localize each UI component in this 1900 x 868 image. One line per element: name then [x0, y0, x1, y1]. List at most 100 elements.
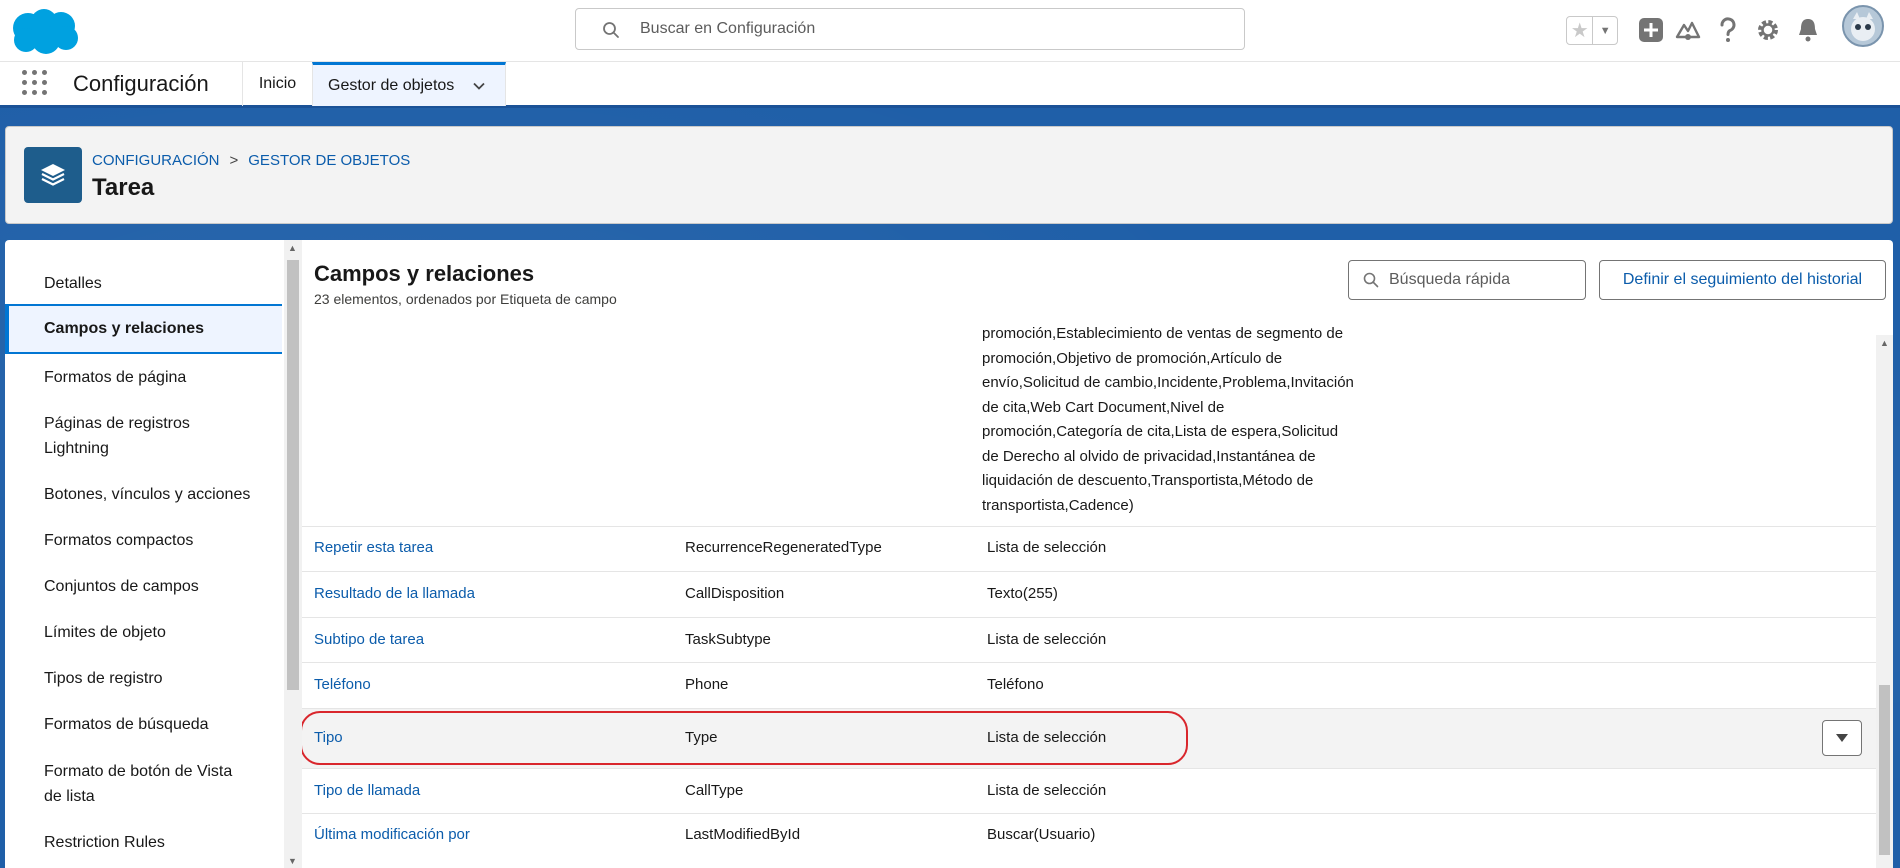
field-api-name: Type: [685, 729, 718, 746]
sidebar-item-limites-de-objeto[interactable]: Límites de objeto: [5, 620, 282, 645]
sidebar-item-label: Formatos de página: [44, 369, 187, 386]
scroll-up-icon[interactable]: ▲: [288, 243, 297, 253]
app-launcher-icon[interactable]: [22, 70, 50, 98]
fields-section: Campos y relaciones 23 elementos, ordena…: [302, 240, 1893, 868]
fields-table: promoción,Establecimiento de ventas de s…: [302, 310, 1876, 868]
avatar[interactable]: [1842, 5, 1884, 47]
scroll-up-icon[interactable]: ▲: [1880, 338, 1889, 348]
sidebar-item-restriction-rules[interactable]: Restriction Rules: [5, 830, 282, 855]
object-page-header: CONFIGURACIÓN > GESTOR DE OBJETOS Tarea: [5, 126, 1893, 224]
scrollbar-thumb[interactable]: [287, 260, 299, 690]
row-action-menu-button[interactable]: [1822, 720, 1862, 756]
sidebar-item-label: Formato de botón de Vista de lista: [44, 763, 233, 805]
layers-icon: [24, 147, 82, 203]
sidebar-item-label: Restriction Rules: [44, 834, 165, 851]
table-row: Repetir esta tarea RecurrenceRegenerated…: [302, 526, 1876, 571]
field-api-name: RecurrenceRegeneratedType: [685, 539, 882, 556]
wrapped-text-line: de Derecho al olvido de privacidad,Insta…: [982, 447, 1316, 465]
field-data-type: Lista de selección: [987, 631, 1107, 648]
sidebar-item-label: Botones, vínculos y acciones: [44, 486, 251, 503]
breadcrumb: CONFIGURACIÓN > GESTOR DE OBJETOS: [92, 152, 410, 169]
wrapped-text-line: promoción,Establecimiento de ventas de s…: [982, 325, 1344, 342]
field-data-type: Teléfono: [987, 676, 1044, 693]
set-history-tracking-button[interactable]: Definir el seguimiento del historial: [1599, 260, 1886, 300]
table-row: Subtipo de tarea TaskSubtype Lista de se…: [302, 617, 1876, 662]
sidebar-scrollbar[interactable]: ▲ ▼: [284, 240, 302, 868]
star-icon[interactable]: ★: [1567, 17, 1594, 44]
field-api-name: LastModifiedById: [685, 826, 801, 843]
field-api-name: TaskSubtype: [685, 631, 771, 648]
sidebar-item-conjuntos-de-campos[interactable]: Conjuntos de campos: [5, 574, 282, 599]
global-header: ★ ▼: [0, 0, 1900, 61]
tab-gestor-de-objetos[interactable]: Gestor de objetos: [312, 62, 506, 106]
sidebar-item-formato-boton-vista-lista[interactable]: Formato de botón de Vista de lista: [5, 759, 245, 809]
table-row: Tipo de llamada CallType Lista de selecc…: [302, 768, 1876, 813]
context-bar: Configuración Inicio Gestor de objetos: [0, 61, 1900, 108]
sidebar-item-botones[interactable]: Botones, vínculos y acciones: [5, 482, 282, 507]
search-icon: [603, 22, 619, 38]
field-label-link[interactable]: Tipo: [314, 729, 343, 746]
field-data-type: Lista de selección: [987, 729, 1107, 746]
field-label-link[interactable]: Subtipo de tarea: [314, 631, 424, 648]
gear-icon[interactable]: [1753, 15, 1783, 45]
favorites-control[interactable]: ★ ▼: [1566, 16, 1618, 45]
breadcrumb-link-configuracion[interactable]: CONFIGURACIÓN: [92, 152, 220, 169]
help-icon[interactable]: [1713, 15, 1743, 45]
wrapped-text-line: envío,Solicitud de cambio,Incidente,Prob…: [982, 374, 1354, 391]
field-label-link[interactable]: Teléfono: [314, 676, 371, 693]
trailhead-icon[interactable]: [1673, 15, 1703, 45]
field-data-type: Lista de selección: [987, 539, 1107, 556]
field-label-link[interactable]: Tipo de llamada: [314, 782, 420, 799]
breadcrumb-link-gestor-de-objetos[interactable]: GESTOR DE OBJETOS: [248, 152, 410, 169]
wrapped-text-line: liquidación de descuento,Transportista,M…: [982, 472, 1314, 489]
tab-label: Gestor de objetos: [328, 76, 455, 94]
sidebar-item-label: Páginas de registros Lightning: [44, 415, 190, 457]
sidebar-item-label: Tipos de registro: [44, 670, 163, 687]
salesforce-cloud-logo[interactable]: [6, 6, 82, 56]
field-api-name: CallDisposition: [685, 585, 785, 602]
sidebar-item-paginas-lightning[interactable]: Páginas de registros Lightning: [5, 411, 245, 461]
plus-icon[interactable]: [1636, 15, 1666, 45]
field-label-link[interactable]: Última modificación por: [314, 826, 470, 843]
field-data-type: Lista de selección: [987, 782, 1107, 799]
wrapped-text-line: transportista,Cadence): [982, 496, 1134, 514]
page-title: Tarea: [92, 174, 155, 201]
table-row-highlighted: Tipo Type Lista de selección: [302, 708, 1876, 768]
sidebar-item-label: Conjuntos de campos: [44, 578, 199, 595]
sidebar-item-campos-y-relaciones[interactable]: Campos y relaciones: [5, 304, 282, 354]
app-name: Configuración: [73, 71, 209, 96]
tab-inicio[interactable]: Inicio: [242, 62, 312, 106]
main-panel: Detalles Campos y relaciones Formatos de…: [5, 240, 1893, 868]
sidebar-item-tipos-de-registro[interactable]: Tipos de registro: [5, 666, 282, 691]
field-data-type: Texto(255): [987, 585, 1058, 602]
content-scrollbar[interactable]: ▲: [1876, 335, 1893, 868]
section-subtitle: 23 elementos, ordenados por Etiqueta de …: [314, 291, 617, 307]
sidebar-item-formatos-compactos[interactable]: Formatos compactos: [5, 528, 282, 553]
field-label-link[interactable]: Repetir esta tarea: [314, 539, 433, 556]
sidebar-item-label: Límites de objeto: [44, 624, 166, 641]
caret-down-icon: [1836, 734, 1848, 742]
field-api-name: CallType: [685, 782, 744, 799]
sidebar-item-formatos-de-pagina[interactable]: Formatos de página: [5, 365, 282, 390]
field-data-type: Buscar(Usuario): [987, 826, 1096, 843]
scroll-down-icon[interactable]: ▼: [288, 856, 297, 866]
sidebar-item-label: Formatos compactos: [44, 532, 194, 549]
quick-find-search[interactable]: [1348, 260, 1586, 300]
field-api-name: Phone: [685, 676, 729, 693]
field-label-link[interactable]: Resultado de la llamada: [314, 585, 475, 602]
section-title: Campos y relaciones: [314, 261, 535, 286]
sidebar-item-label: Formatos de búsqueda: [44, 716, 209, 733]
object-sidebar: Detalles Campos y relaciones Formatos de…: [5, 240, 282, 868]
chevron-down-icon[interactable]: ▼: [1593, 17, 1617, 44]
scrollbar-thumb[interactable]: [1879, 685, 1890, 855]
chevron-down-icon[interactable]: [472, 79, 486, 93]
table-row: Resultado de la llamada CallDisposition …: [302, 571, 1876, 617]
quick-find-input[interactable]: [1389, 261, 1579, 299]
sidebar-item-formatos-de-busqueda[interactable]: Formatos de búsqueda: [5, 712, 282, 737]
global-search-input[interactable]: [640, 9, 1220, 49]
bell-icon[interactable]: [1793, 15, 1823, 45]
sidebar-item-detalles[interactable]: Detalles: [5, 271, 282, 296]
search-icon: [1363, 272, 1379, 288]
wrapped-text-line: de cita,Web Cart Document,Nivel de: [982, 398, 1225, 416]
global-search[interactable]: [575, 8, 1245, 50]
